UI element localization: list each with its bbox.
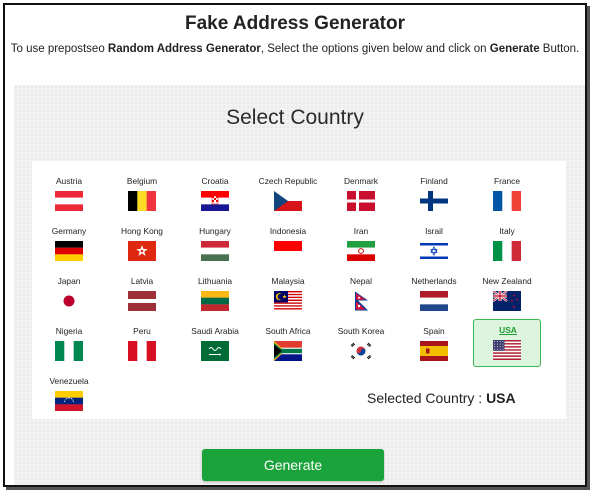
intro-text: To use prepostseo Random Address Generat… bbox=[5, 43, 585, 55]
country-option[interactable]: Saudi Arabia bbox=[181, 319, 249, 367]
country-option[interactable]: Czech Republic bbox=[254, 169, 322, 217]
hongkong-flag-icon bbox=[128, 241, 156, 261]
country-option[interactable]: Iran bbox=[327, 219, 395, 267]
country-panel: Selected Country : USA Austria Belgium Cro… bbox=[32, 161, 566, 419]
spain-flag-icon bbox=[420, 341, 448, 361]
selected-country-label: Selected Country : bbox=[367, 390, 487, 406]
country-option[interactable]: New Zealand bbox=[473, 269, 541, 317]
iran-flag-icon bbox=[347, 241, 375, 262]
selected-country-value: USA bbox=[486, 390, 516, 406]
israel-flag-icon bbox=[420, 241, 448, 261]
country-option[interactable]: Germany bbox=[35, 219, 103, 267]
country-option[interactable]: Nigeria bbox=[35, 319, 103, 367]
country-name: New Zealand bbox=[482, 276, 532, 286]
newzealand-flag-icon bbox=[492, 290, 521, 311]
country-option[interactable]: Indonesia bbox=[254, 219, 322, 267]
country-name: Italy bbox=[499, 226, 515, 236]
country-option[interactable]: Peru bbox=[108, 319, 176, 367]
venezuela-flag-icon bbox=[55, 391, 83, 412]
intro-bold-tool-name: Random Address Generator bbox=[107, 43, 261, 55]
header: Fake Address Generator To use prepostseo… bbox=[5, 5, 585, 85]
country-option[interactable]: Latvia bbox=[108, 269, 176, 317]
lithuania-flag-icon bbox=[201, 291, 229, 312]
country-option[interactable]: Malaysia bbox=[254, 269, 322, 317]
country-name: France bbox=[493, 176, 521, 186]
belgium-flag-icon bbox=[128, 191, 157, 211]
southafrica-flag-icon bbox=[274, 341, 302, 361]
intro-suffix: Button. bbox=[539, 43, 580, 55]
country-option[interactable]: Spain bbox=[400, 319, 468, 367]
intro-middle: , Select the options given below and cli… bbox=[260, 43, 490, 55]
section-title: Select Country bbox=[226, 106, 364, 129]
hungary-flag-icon bbox=[201, 241, 229, 262]
netherlands-flag-icon bbox=[420, 291, 448, 312]
czech-flag-icon bbox=[274, 191, 302, 212]
country-name: Venezuela bbox=[49, 376, 89, 386]
italy-flag-icon bbox=[493, 241, 522, 261]
latvia-flag-icon bbox=[128, 291, 156, 311]
malaysia-flag-icon bbox=[274, 291, 302, 312]
country-name: USA bbox=[499, 325, 517, 335]
country-option[interactable]: South Africa bbox=[254, 319, 322, 367]
croatia-flag-icon bbox=[201, 191, 229, 212]
country-option[interactable]: Nepal bbox=[327, 269, 395, 317]
japan-flag-icon bbox=[55, 291, 83, 311]
selected-country-display: Selected Country : USA bbox=[367, 390, 516, 406]
country-option[interactable]: Hungary bbox=[181, 219, 249, 267]
peru-flag-icon bbox=[128, 341, 157, 361]
usa-flag-icon bbox=[493, 340, 521, 361]
generator-frame: Fake Address Generator To use prepostseo… bbox=[3, 3, 587, 487]
country-option[interactable]: Croatia bbox=[181, 169, 249, 217]
finland-flag-icon bbox=[420, 191, 448, 211]
country-option[interactable]: Netherlands bbox=[400, 269, 468, 317]
country-option[interactable]: South Korea bbox=[327, 319, 395, 367]
country-option[interactable]: Austria bbox=[35, 169, 103, 217]
country-option[interactable]: Italy bbox=[473, 219, 541, 267]
denmark-flag-icon bbox=[347, 191, 375, 211]
nigeria-flag-icon bbox=[55, 341, 84, 361]
country-option[interactable]: Denmark bbox=[327, 169, 395, 217]
country-option[interactable]: Hong Kong bbox=[108, 219, 176, 267]
saudi-flag-icon bbox=[201, 341, 229, 361]
generate-button[interactable]: Generate bbox=[202, 449, 384, 481]
country-option[interactable]: France bbox=[473, 169, 541, 217]
austria-flag-icon bbox=[55, 191, 83, 212]
intro-prefix: To use prepostseo bbox=[10, 43, 108, 55]
page-title: Fake Address Generator bbox=[185, 13, 405, 34]
nepal-flag-icon bbox=[347, 291, 375, 311]
country-option[interactable]: USA bbox=[473, 319, 541, 367]
germany-flag-icon bbox=[55, 241, 83, 262]
intro-bold-generate: Generate bbox=[489, 43, 540, 55]
country-option[interactable]: Belgium bbox=[108, 169, 176, 217]
country-option[interactable]: Japan bbox=[35, 269, 103, 317]
country-option[interactable]: Finland bbox=[400, 169, 468, 217]
indonesia-flag-icon bbox=[274, 241, 302, 262]
france-flag-icon bbox=[493, 191, 522, 211]
country-option[interactable]: Lithuania bbox=[181, 269, 249, 317]
country-option[interactable]: Venezuela bbox=[35, 369, 103, 417]
southkorea-flag-icon bbox=[347, 341, 375, 361]
country-option[interactable]: Israil bbox=[400, 219, 468, 267]
